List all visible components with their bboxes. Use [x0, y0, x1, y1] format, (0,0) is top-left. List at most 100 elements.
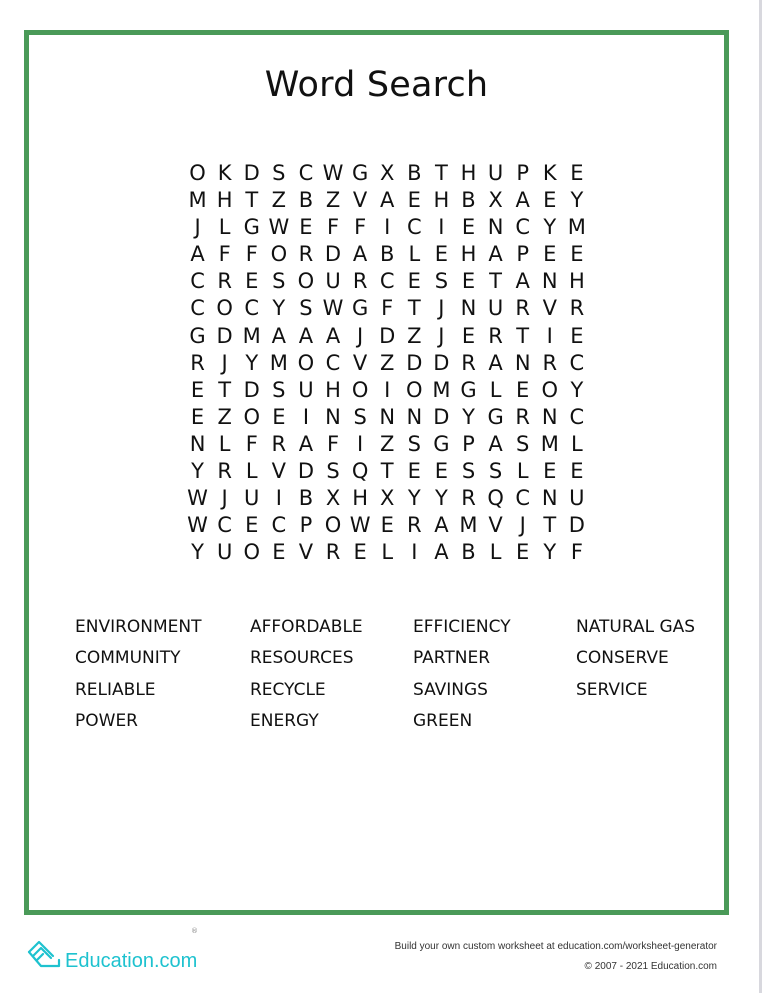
- grid-cell: A: [298, 431, 314, 456]
- grid-cell: Y: [570, 377, 584, 402]
- grid-cell: O: [297, 350, 315, 375]
- grid-cell: O: [324, 513, 342, 538]
- grid-cell: J: [221, 486, 228, 511]
- grid-cell: M: [188, 188, 207, 213]
- grid-cell: E: [407, 269, 421, 294]
- grid-cell: P: [516, 242, 529, 267]
- grid-cell: G: [433, 431, 450, 456]
- grid-cell: S: [299, 296, 313, 321]
- grid-cell: Z: [380, 350, 395, 375]
- grid-cell: O: [406, 377, 423, 402]
- grid-cell: X: [380, 486, 395, 511]
- grid-cell: S: [272, 269, 286, 294]
- grid-cell: E: [570, 459, 584, 484]
- grid-cell: B: [407, 161, 422, 185]
- grid-cell: T: [245, 188, 259, 213]
- grid-cell: X: [325, 486, 341, 511]
- grid-cell: A: [325, 323, 341, 348]
- grid-cell: M: [459, 513, 478, 538]
- grid-cell: Y: [245, 350, 259, 375]
- grid-cell: M: [269, 350, 288, 375]
- grid-cell: E: [543, 188, 557, 213]
- word-list-item: PARTNER: [413, 648, 491, 669]
- grid-cell: T: [434, 161, 448, 185]
- grid-cell: F: [245, 242, 258, 267]
- grid-cell: D: [243, 377, 260, 402]
- grid-cell: R: [515, 404, 530, 429]
- grid-cell: R: [488, 323, 503, 348]
- grid-cell: R: [352, 269, 368, 294]
- grid-cell: U: [216, 540, 233, 565]
- grid-cell: R: [515, 296, 530, 321]
- grid-cell: Z: [407, 323, 422, 348]
- grid-cell: I: [411, 540, 418, 565]
- grid-cell: C: [325, 350, 341, 375]
- grid-cell: Q: [351, 459, 369, 484]
- grid-cell: L: [516, 459, 529, 484]
- grid-cell: C: [190, 296, 205, 321]
- grid-cell: O: [541, 377, 559, 402]
- grid-cell: S: [272, 161, 286, 185]
- grid-cell: E: [299, 215, 313, 240]
- grid-cell: S: [272, 377, 286, 402]
- word-list-item: RECYCLE: [250, 679, 326, 700]
- grid-cell: D: [324, 242, 342, 267]
- grid-cell: R: [271, 431, 287, 456]
- grid-cell: E: [434, 242, 449, 267]
- grid-cell: P: [462, 431, 475, 456]
- grid-cell: C: [515, 215, 530, 240]
- grid-cell: O: [243, 404, 260, 429]
- grid-cell: F: [381, 296, 394, 321]
- grid-cell: N: [541, 486, 558, 511]
- grid-cell: A: [380, 188, 395, 213]
- grid-cell: F: [245, 431, 258, 456]
- grid-cell: S: [326, 459, 340, 484]
- worksheet-frame: Word Search OKDSCWGXBTHUPKEMHTZBZVAEHBXA…: [24, 30, 729, 915]
- grid-cell: R: [325, 540, 341, 565]
- grid-cell: N: [541, 404, 558, 429]
- grid-cell: Y: [191, 540, 204, 565]
- grid-cell: L: [218, 215, 231, 240]
- grid-cell: N: [487, 215, 504, 240]
- grid-cell: E: [407, 188, 421, 213]
- grid-cell: D: [379, 323, 396, 348]
- grid-cell: E: [461, 323, 476, 348]
- grid-cell: E: [516, 540, 530, 565]
- word-list-item: RESOURCES: [250, 648, 354, 669]
- grid-cell: W: [268, 215, 290, 240]
- grid-cell: U: [325, 269, 341, 294]
- grid-cell: Z: [325, 188, 341, 213]
- grid-cell: A: [434, 513, 449, 538]
- grid-cell: G: [351, 296, 369, 321]
- grid-cell: F: [218, 242, 231, 267]
- grid-cell: E: [461, 269, 476, 294]
- grid-cell: Y: [407, 486, 421, 511]
- word-list-item: ENERGY: [250, 710, 319, 731]
- grid-cell: V: [352, 188, 368, 213]
- grid-cell: F: [570, 540, 583, 565]
- grid-cell: C: [271, 513, 287, 538]
- word-list-item: RELIABLE: [75, 679, 156, 700]
- grid-cell: I: [546, 323, 553, 348]
- grid-cell: N: [406, 404, 423, 429]
- grid-cell: L: [489, 377, 502, 402]
- education-logo[interactable]: Education.com: [25, 936, 197, 973]
- grid-cell: E: [353, 540, 367, 565]
- grid-cell: T: [489, 269, 502, 294]
- word-list-item: GREEN: [413, 710, 473, 731]
- grid-cell: C: [569, 404, 585, 429]
- grid-cell: F: [326, 431, 340, 456]
- grid-cell: I: [357, 431, 364, 456]
- grid-cell: M: [432, 377, 451, 402]
- grid-cell: U: [487, 161, 504, 185]
- grid-cell: K: [217, 161, 232, 185]
- grid-cell: V: [298, 540, 314, 565]
- word-list-item: EFFICIENCY: [413, 617, 511, 637]
- word-list-item: NATURAL GAS: [576, 617, 696, 637]
- grid-cell: C: [298, 161, 314, 185]
- grid-cell: J: [357, 323, 364, 348]
- grid-cell: E: [570, 161, 584, 185]
- grid-cell: B: [298, 188, 314, 213]
- grid-cell: S: [488, 459, 503, 484]
- word-list-item: AFFORDABLE: [250, 617, 363, 637]
